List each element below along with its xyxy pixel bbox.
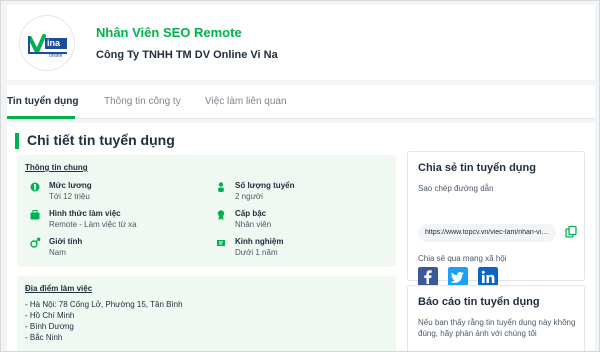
copy-icon[interactable] — [564, 225, 578, 239]
location-item: - Bắc Ninh — [25, 333, 63, 342]
job-title[interactable]: Nhân Viên SEO Remote — [96, 25, 242, 40]
people-icon — [218, 182, 224, 192]
linkedin-icon[interactable] — [478, 267, 498, 287]
tab-company-info[interactable]: Thông tin công ty — [104, 96, 181, 107]
logo-sub-text: online — [49, 53, 63, 59]
company-name[interactable]: Công Ty TNHH TM DV Online Vi Na — [96, 49, 278, 61]
gender-value: Nam — [49, 248, 66, 257]
salary-value: Tới 12 triệu — [49, 192, 90, 201]
level-icon — [217, 210, 225, 220]
page-frame: ina online Nhân Viên SEO Remote Công Ty … — [0, 0, 600, 352]
report-title: Báo cáo tin tuyển dụng — [418, 296, 540, 308]
salary-label: Mức lương — [49, 181, 92, 190]
gender-label: Giới tính — [49, 237, 83, 246]
location-item: - Bình Dương — [25, 322, 74, 331]
share-title: Chia sẻ tin tuyển dụng — [418, 162, 536, 174]
level-value: Nhân viên — [235, 220, 272, 229]
job-detail-card: Chi tiết tin tuyển dụng Thông tin chung … — [7, 123, 595, 351]
share-link-text: https://www.topcv.vn/viec-lam/nhan-vien-… — [425, 229, 551, 236]
report-text-line2: đúng, hãy phản ánh với chúng tôi — [418, 329, 537, 338]
headcount-label: Số lượng tuyển — [235, 181, 295, 190]
tab-job-posting[interactable]: Tin tuyển dụng — [7, 96, 78, 107]
experience-value: Dưới 1 năm — [235, 248, 278, 257]
section-accent-bar — [15, 133, 19, 149]
gender-icon — [30, 237, 41, 248]
logo-brand-text: ina — [47, 38, 61, 48]
facebook-icon[interactable] — [418, 267, 438, 287]
company-logo[interactable]: ina online — [19, 15, 75, 71]
experience-label: Kinh nghiệm — [235, 237, 284, 246]
active-tab-indicator — [7, 116, 75, 119]
tab-related-jobs[interactable]: Việc làm liên quan — [205, 96, 287, 107]
location-item: - Hồ Chí Minh — [25, 311, 75, 320]
twitter-icon[interactable] — [448, 267, 468, 287]
copy-link-label: Sao chép đường dẫn — [418, 184, 494, 193]
location-item: - Hà Nội: 78 Cống Lở, Phường 15, Tân Bìn… — [25, 300, 183, 309]
general-info-title: Thông tin chung — [25, 163, 88, 172]
work-location-title: Địa điểm làm việc — [25, 284, 93, 293]
work-type-value: Remote - Làm việc từ xa — [49, 220, 137, 229]
headcount-value: 2 người — [235, 192, 263, 201]
share-link-field[interactable]: https://www.topcv.vn/viec-lam/nhan-vien-… — [418, 224, 556, 242]
general-info-panel: Thông tin chung Mức lương Tới 12 triệu S… — [17, 155, 396, 267]
report-panel: Báo cáo tin tuyển dụng Nếu bạn thấy rằng… — [407, 285, 585, 351]
section-title: Chi tiết tin tuyển dụng — [27, 132, 175, 148]
share-panel: Chia sẻ tin tuyển dụng Sao chép đường dẫ… — [407, 151, 585, 287]
work-type-label: Hình thức làm việc — [49, 209, 121, 218]
social-share-label: Chia sẻ qua mạng xã hội — [418, 254, 507, 263]
level-label: Cấp bậc — [235, 209, 267, 218]
report-text-line1: Nếu bạn thấy rằng tin tuyển dụng này khô… — [418, 318, 576, 327]
tab-bar: Tin tuyển dụng Thông tin công ty Việc là… — [7, 85, 595, 119]
job-header: ina online Nhân Viên SEO Remote Công Ty … — [7, 5, 595, 80]
salary-icon — [30, 182, 40, 192]
work-location-panel: Địa điểm làm việc - Hà Nội: 78 Cống Lở, … — [17, 276, 396, 351]
work-type-icon — [30, 210, 40, 220]
experience-icon — [217, 240, 225, 246]
